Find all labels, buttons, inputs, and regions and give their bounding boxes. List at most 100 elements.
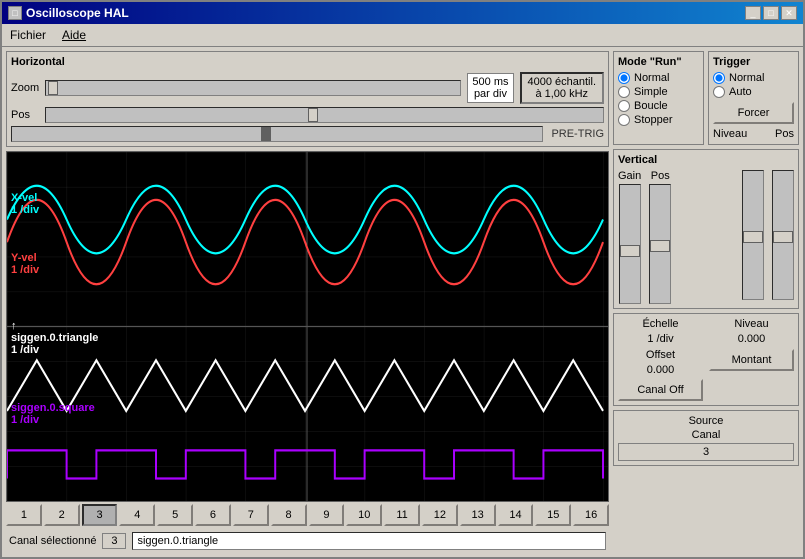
channel-btn-10[interactable]: 10 (346, 504, 382, 526)
pos-slider[interactable] (649, 184, 671, 304)
channel-btn-2[interactable]: 2 (44, 504, 80, 526)
trigpos-slider-col (772, 170, 794, 300)
mode-stopper-row: Stopper (618, 114, 699, 126)
zoom-label: Zoom (11, 82, 39, 94)
niveau-slider[interactable] (742, 170, 764, 300)
mode-normal-label[interactable]: Normal (634, 72, 669, 84)
title-buttons: _ □ ✕ (745, 6, 797, 20)
zoom-slider-thumb[interactable] (48, 81, 58, 95)
content-area: Horizontal Zoom 500 ms par div 4000 écha… (2, 47, 803, 557)
channel-btn-14[interactable]: 14 (498, 504, 534, 526)
pos-thumb[interactable] (650, 240, 670, 252)
montant-col: Montant (709, 349, 794, 401)
canal-selectionne-row: Canal sélectionné 3 (6, 529, 609, 553)
channel-btn-12[interactable]: 12 (422, 504, 458, 526)
source-label: Source (689, 415, 724, 427)
zoom-row: Zoom 500 ms par div 4000 échantil. à 1,0… (11, 72, 604, 104)
trigpos-slider[interactable] (772, 170, 794, 300)
channel-btn-3[interactable]: 3 (82, 504, 118, 526)
oscilloscope-canvas: X-vel 1 /div Y-vel 1 /div ↑ siggen.0.tri… (6, 151, 609, 502)
source-col: Source Canal 3 (618, 415, 794, 461)
horizontal-section: Horizontal Zoom 500 ms par div 4000 écha… (6, 51, 609, 147)
zoom-slider-track[interactable] (45, 80, 461, 96)
waveform-svg (7, 152, 608, 501)
montant-button[interactable]: Montant (709, 349, 794, 371)
close-button[interactable]: ✕ (781, 6, 797, 20)
pretrig-track[interactable] (11, 126, 543, 142)
menu-aide[interactable]: Aide (58, 26, 90, 44)
mode-boucle-radio[interactable] (618, 100, 630, 112)
source-canal-section: Source Canal 3 (613, 410, 799, 466)
main-window: □ Oscilloscope HAL _ □ ✕ Fichier Aide Ho… (0, 0, 805, 559)
niveau-slider-col (742, 170, 764, 300)
pos-header: Pos (775, 128, 794, 140)
channel-btn-1[interactable]: 1 (6, 504, 42, 526)
trigger-normal-radio[interactable] (713, 72, 725, 84)
pretrig-row: PRE-TRIG (11, 126, 604, 142)
mode-normal-row: Normal (618, 72, 699, 84)
pos-label: Pos (11, 109, 39, 121)
gain-thumb[interactable] (620, 245, 640, 257)
channel-btn-4[interactable]: 4 (119, 504, 155, 526)
channel-btn-15[interactable]: 15 (535, 504, 571, 526)
minimize-button[interactable]: _ (745, 6, 761, 20)
offset-label: Offset (646, 349, 675, 361)
vertical-section: Vertical Gain Pos (613, 149, 799, 309)
title-bar: □ Oscilloscope HAL _ □ ✕ (2, 2, 803, 24)
menu-fichier[interactable]: Fichier (6, 26, 50, 44)
vertical-pos-label: Pos (651, 170, 670, 182)
main-panel: Horizontal Zoom 500 ms par div 4000 écha… (2, 47, 613, 557)
mode-simple-row: Simple (618, 86, 699, 98)
trigger-auto-row: Auto (713, 86, 794, 98)
mode-stopper-label[interactable]: Stopper (634, 114, 673, 126)
pos-slider-track[interactable] (45, 107, 604, 123)
niveau-pos-header: Niveau Pos (713, 128, 794, 140)
mode-boucle-row: Boucle (618, 100, 699, 112)
mode-boucle-label[interactable]: Boucle (634, 100, 668, 112)
forcer-button[interactable]: Forcer (713, 102, 794, 124)
gain-slider[interactable] (619, 184, 641, 304)
window-title: Oscilloscope HAL (26, 6, 129, 20)
pos-row: Pos (11, 107, 604, 123)
canal-value: 3 (618, 443, 794, 461)
channel-btn-7[interactable]: 7 (233, 504, 269, 526)
channel-btn-9[interactable]: 9 (309, 504, 345, 526)
channel-btn-6[interactable]: 6 (195, 504, 231, 526)
canal-off-button[interactable]: Canal Off (618, 379, 703, 401)
vertical-title: Vertical (618, 154, 794, 166)
offset-value: 0.000 (647, 364, 675, 376)
time-value: 500 ms par div (467, 73, 513, 103)
mode-simple-label[interactable]: Simple (634, 86, 668, 98)
channel-btn-16[interactable]: 16 (573, 504, 609, 526)
canal-num: 3 (102, 533, 126, 549)
trigger-section: Trigger Normal Auto Forcer Niveau Pos (708, 51, 799, 145)
trigger-auto-radio[interactable] (713, 86, 725, 98)
pos-slider-thumb[interactable] (308, 108, 318, 122)
mode-simple-radio[interactable] (618, 86, 630, 98)
right-panel: Mode "Run" Normal Simple Boucle (613, 47, 803, 557)
pretrig-thumb[interactable] (261, 127, 271, 141)
channel-btn-11[interactable]: 11 (384, 504, 420, 526)
samples-value: 4000 échantil. à 1,00 kHz (520, 72, 605, 104)
niveau-pos-vertical-sliders (742, 170, 794, 304)
mode-run-section: Mode "Run" Normal Simple Boucle (613, 51, 704, 145)
channel-btn-8[interactable]: 8 (271, 504, 307, 526)
maximize-button[interactable]: □ (763, 6, 779, 20)
niveau-thumb[interactable] (743, 231, 763, 243)
channel-btn-5[interactable]: 5 (157, 504, 193, 526)
trigger-auto-label[interactable]: Auto (729, 86, 752, 98)
trigger-normal-label[interactable]: Normal (729, 72, 764, 84)
mode-stopper-radio[interactable] (618, 114, 630, 126)
sc-row: Source Canal 3 (618, 415, 794, 461)
trigpos-thumb[interactable] (773, 231, 793, 243)
pretrig-label: PRE-TRIG (551, 128, 604, 140)
mode-normal-radio[interactable] (618, 72, 630, 84)
trigger-normal-row: Normal (713, 72, 794, 84)
canal-signal-input[interactable] (132, 532, 606, 550)
niveau-value: 0.000 (738, 333, 766, 345)
echelle-niveau-section: Échelle 1 /div Niveau 0.000 Offset 0.000… (613, 313, 799, 406)
channel-button-row: 1 2 3 4 5 6 7 8 9 10 11 12 13 14 15 16 (6, 504, 609, 526)
gain-label: Gain (618, 170, 641, 182)
channel-btn-13[interactable]: 13 (460, 504, 496, 526)
canal-selectionne-label: Canal sélectionné (9, 535, 96, 547)
